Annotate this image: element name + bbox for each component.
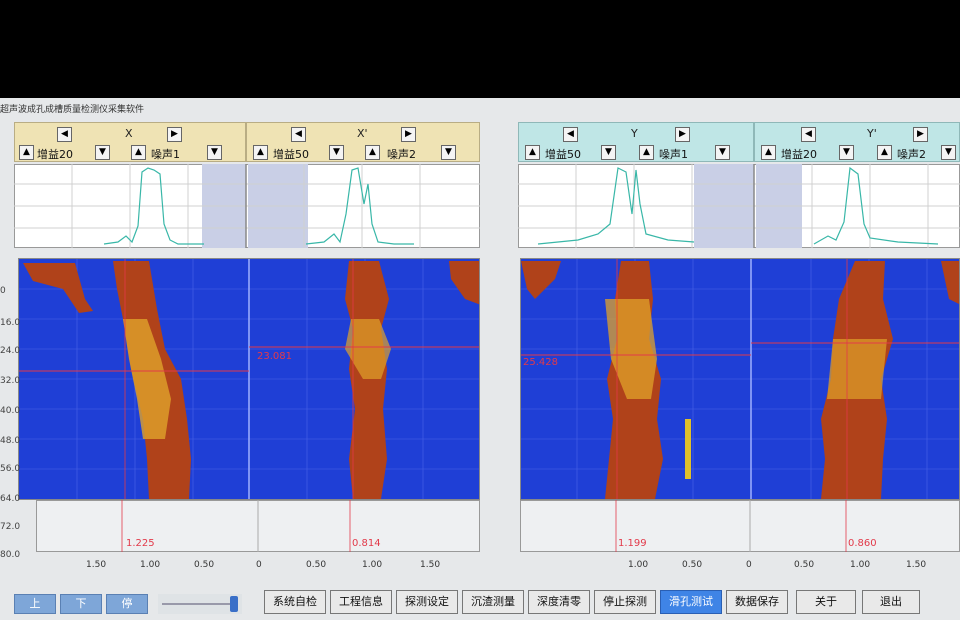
slider-track <box>162 603 238 605</box>
stop-button[interactable]: 停 <box>106 594 148 614</box>
channel-x2-name: X' <box>357 127 368 140</box>
depth-label: 56.0 <box>0 464 21 474</box>
noise-down-icon[interactable]: ▼ <box>441 145 456 160</box>
depth-label: 24.0 <box>0 346 21 356</box>
channel-x2-gain: 增益50 <box>273 148 309 161</box>
x-tick: 0.50 <box>194 560 215 570</box>
noise-down-icon[interactable]: ▼ <box>715 145 730 160</box>
gain-up-icon[interactable]: ▲ <box>19 145 34 160</box>
x-tick: 0.50 <box>682 560 703 570</box>
gain-down-icon[interactable]: ▼ <box>839 145 854 160</box>
x-tick: 0 <box>746 560 752 570</box>
channel-x-gain: 增益20 <box>37 148 73 161</box>
channel-y2-controls: ◀ Y' ▶ ▲ 增益20 ▼ ▲ 噪声2 ▼ <box>754 122 960 162</box>
next-arrow-icon[interactable]: ▶ <box>913 127 928 142</box>
prev-arrow-icon[interactable]: ◀ <box>801 127 816 142</box>
x-tick: 1.00 <box>140 560 161 570</box>
scan-image-right: 25.428 <box>520 258 960 500</box>
noise-down-icon[interactable]: ▼ <box>207 145 222 160</box>
noise-up-icon[interactable]: ▲ <box>365 145 380 160</box>
waveform-plot-right <box>518 164 960 248</box>
depth-reset-button[interactable]: 深度清零 <box>528 590 590 614</box>
depth-label: 48.0 <box>0 436 21 446</box>
noise-up-icon[interactable]: ▲ <box>877 145 892 160</box>
save-data-button[interactable]: 数据保存 <box>726 590 788 614</box>
exit-button[interactable]: 退出 <box>862 590 920 614</box>
depth-label: 64.0 <box>0 494 21 504</box>
depth-label: 32.0 <box>0 376 21 386</box>
channel-y2-gain: 增益20 <box>781 148 817 161</box>
channel-x-controls: ◀ X ▶ ▲ 增益20 ▼ ▲ 噪声1 ▼ <box>14 122 246 162</box>
app-window: 超声波成孔成槽质量检测仪采集软件 ◀ X ▶ ▲ 增益20 ▼ ▲ 噪声1 ▼ … <box>0 98 960 620</box>
down-button[interactable]: 下 <box>60 594 102 614</box>
channel-y2-name: Y' <box>867 127 877 140</box>
noise-up-icon[interactable]: ▲ <box>131 145 146 160</box>
reading-x: 1.225 <box>126 538 155 549</box>
channel-y-name: Y <box>631 127 638 140</box>
reading-x2: 0.814 <box>352 538 381 549</box>
depth-label: 40.0 <box>0 406 21 416</box>
prev-arrow-icon[interactable]: ◀ <box>291 127 306 142</box>
x-tick: 0.50 <box>306 560 327 570</box>
hole-test-button[interactable]: 滑孔测试 <box>660 590 722 614</box>
x-tick: 0.50 <box>794 560 815 570</box>
next-arrow-icon[interactable]: ▶ <box>675 127 690 142</box>
window-title: 超声波成孔成槽质量检测仪采集软件 <box>0 105 145 115</box>
up-button[interactable]: 上 <box>14 594 56 614</box>
depth-label: 80.0 <box>0 550 21 560</box>
probe-settings-button[interactable]: 探测设定 <box>396 590 458 614</box>
channel-y2-noise: 噪声2 <box>897 148 926 161</box>
reading-y: 1.199 <box>618 538 647 549</box>
x-tick: 1.00 <box>628 560 649 570</box>
next-arrow-icon[interactable]: ▶ <box>167 127 182 142</box>
channel-x-name: X <box>125 127 133 140</box>
about-button[interactable]: 关于 <box>796 590 856 614</box>
reading-y2: 0.860 <box>848 538 877 549</box>
depth-label: 72.0 <box>0 522 21 532</box>
marker-depth-y: 25.428 <box>523 357 558 368</box>
project-info-button[interactable]: 工程信息 <box>330 590 392 614</box>
x-tick: 1.00 <box>850 560 871 570</box>
depth-label: 0 <box>0 286 6 296</box>
gain-down-icon[interactable]: ▼ <box>329 145 344 160</box>
waveform-plot-left <box>14 164 480 248</box>
x-tick: 1.00 <box>362 560 383 570</box>
x-tick: 0 <box>256 560 262 570</box>
gain-up-icon[interactable]: ▲ <box>761 145 776 160</box>
channel-y-noise: 噪声1 <box>659 148 688 161</box>
next-arrow-icon[interactable]: ▶ <box>401 127 416 142</box>
self-check-button[interactable]: 系统自检 <box>264 590 326 614</box>
gain-up-icon[interactable]: ▲ <box>253 145 268 160</box>
speed-slider[interactable] <box>158 594 242 614</box>
sediment-measure-button[interactable]: 沉渣测量 <box>462 590 524 614</box>
x-tick: 1.50 <box>906 560 927 570</box>
noise-up-icon[interactable]: ▲ <box>639 145 654 160</box>
bottom-panel-lines <box>121 500 847 552</box>
prev-arrow-icon[interactable]: ◀ <box>563 127 578 142</box>
marker-depth-x2: 23.081 <box>257 351 292 362</box>
slider-handle[interactable] <box>230 596 238 612</box>
stop-probe-button[interactable]: 停止探测 <box>594 590 656 614</box>
gain-up-icon[interactable]: ▲ <box>525 145 540 160</box>
channel-x2-controls: ◀ X' ▶ ▲ 增益50 ▼ ▲ 噪声2 ▼ <box>246 122 480 162</box>
scan-image-left: 23.081 <box>18 258 480 500</box>
channel-x-noise: 噪声1 <box>151 148 180 161</box>
channel-x2-noise: 噪声2 <box>387 148 416 161</box>
x-tick: 1.50 <box>86 560 107 570</box>
depth-label: 16.0 <box>0 318 21 328</box>
gain-down-icon[interactable]: ▼ <box>95 145 110 160</box>
x-tick: 1.50 <box>420 560 441 570</box>
channel-y-gain: 增益50 <box>545 148 581 161</box>
gain-down-icon[interactable]: ▼ <box>601 145 616 160</box>
prev-arrow-icon[interactable]: ◀ <box>57 127 72 142</box>
noise-down-icon[interactable]: ▼ <box>941 145 956 160</box>
channel-y-controls: ◀ Y ▶ ▲ 增益50 ▼ ▲ 噪声1 ▼ <box>518 122 754 162</box>
